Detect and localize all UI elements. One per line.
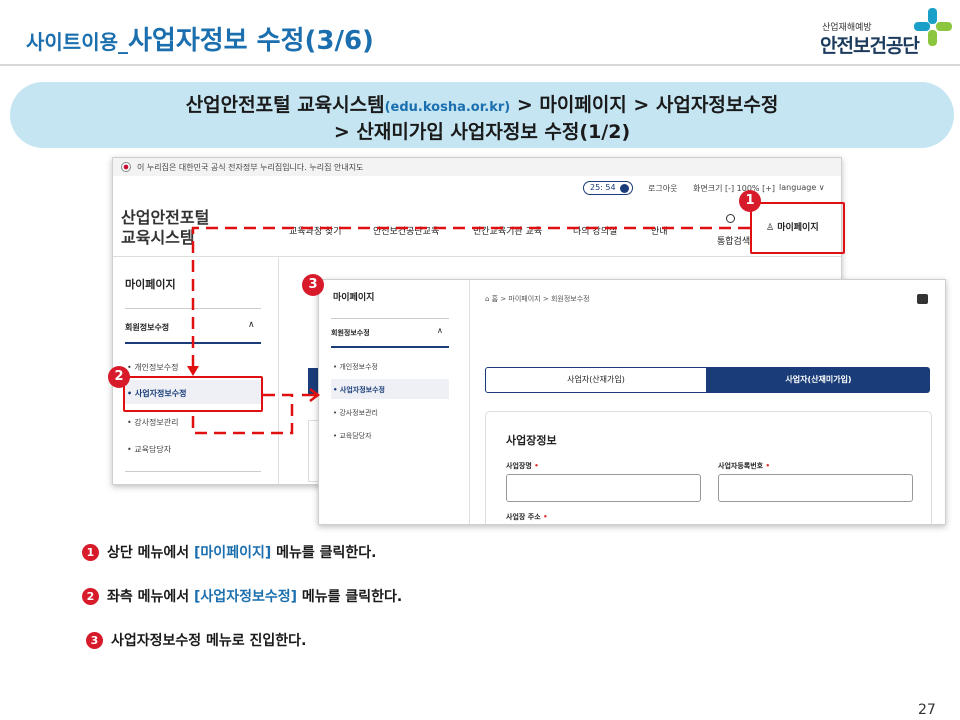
step-number: 3 bbox=[86, 632, 103, 649]
arrow-path-top bbox=[191, 226, 750, 368]
step-text: 좌측 메뉴에서 bbox=[107, 589, 195, 605]
annotation-arrows bbox=[187, 226, 750, 435]
step-1: 1 상단 메뉴에서 [마이페이지] 메뉴를 클릭한다. bbox=[82, 542, 376, 562]
step-3: 3 사업자정보수정 메뉴로 진입한다. bbox=[86, 630, 306, 650]
step-highlight: [사업자정보수정] bbox=[194, 589, 297, 605]
step-2: 2 좌측 메뉴에서 [사업자정보수정] 메뉴를 클릭한다. bbox=[82, 586, 402, 606]
step-text: 사업자정보수정 메뉴로 진입한다. bbox=[111, 633, 307, 649]
step-badge-3: 3 bbox=[302, 274, 324, 296]
step-number: 2 bbox=[82, 588, 99, 605]
step-text: 메뉴를 클릭한다. bbox=[297, 589, 403, 605]
step-number: 1 bbox=[82, 544, 99, 561]
step-text: 메뉴를 클릭한다. bbox=[271, 545, 377, 561]
arrow-head-down bbox=[187, 366, 199, 376]
step-badge-2: 2 bbox=[108, 366, 130, 388]
page-number: 27 bbox=[918, 702, 936, 718]
highlight-mypage bbox=[750, 202, 845, 254]
step-highlight: [마이페이지] bbox=[194, 545, 272, 561]
step-text: 상단 메뉴에서 bbox=[107, 545, 195, 561]
arrow-head-right bbox=[302, 388, 321, 402]
highlight-business-info bbox=[123, 376, 263, 412]
step-badge-1: 1 bbox=[739, 190, 761, 212]
